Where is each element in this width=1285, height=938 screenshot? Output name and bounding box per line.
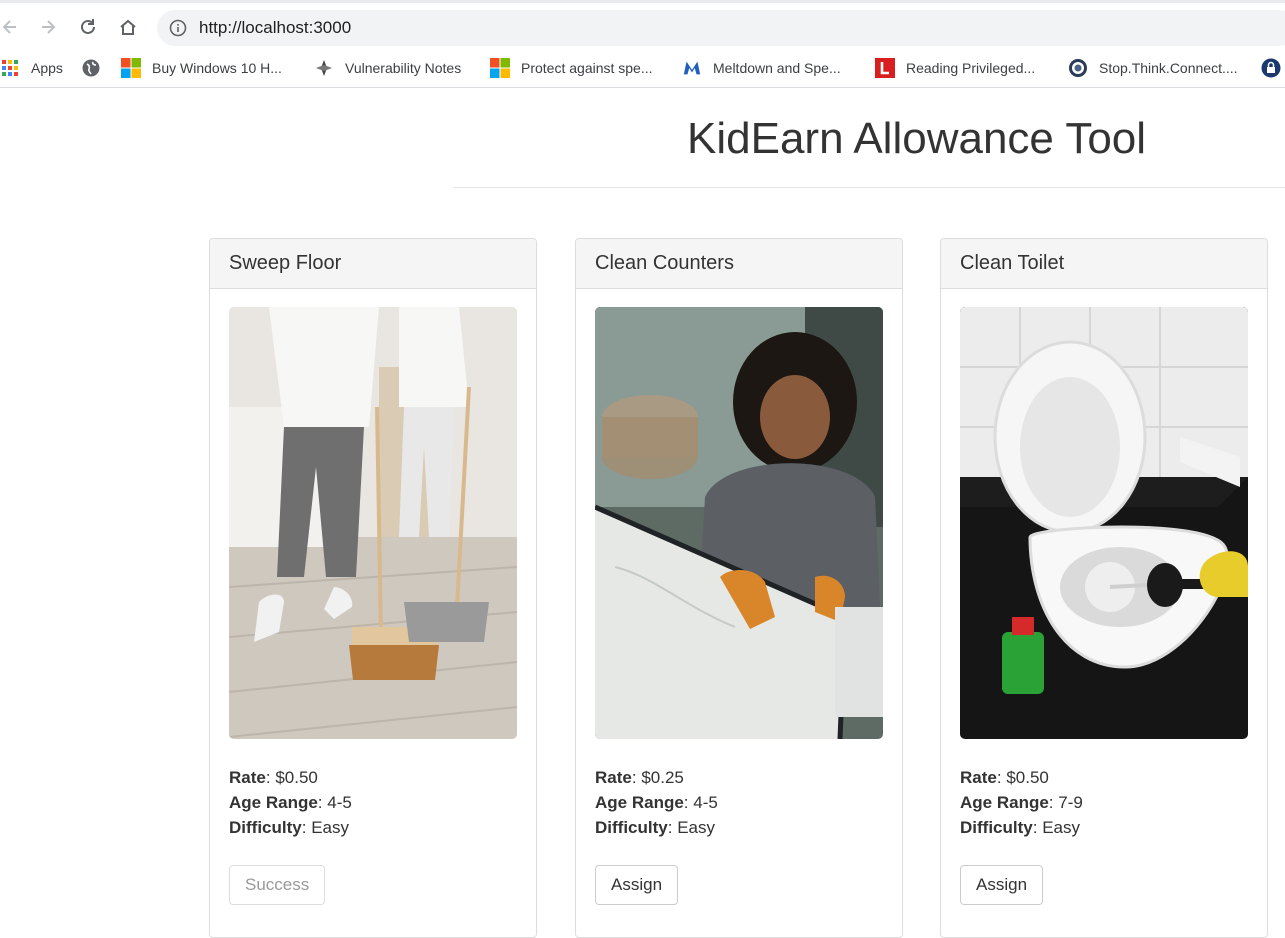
success-button[interactable]: Success	[229, 865, 326, 905]
age-label: Age Range	[960, 793, 1049, 812]
chore-details: Rate: $0.50 Age Range: 4-5 Difficulty: E…	[229, 765, 352, 840]
counter-cleaning-photo	[595, 307, 883, 739]
info-icon[interactable]	[169, 19, 187, 37]
difficulty-row: Difficulty: Easy	[960, 818, 1080, 837]
chore-title: Clean Counters	[576, 239, 902, 289]
rate-value: $0.50	[275, 768, 318, 787]
bookmark-buy-windows[interactable]: Buy Windows 10 H...	[121, 55, 282, 81]
page-title: KidEarn Allowance Tool	[687, 114, 1147, 163]
rate-label: Rate	[960, 768, 997, 787]
difficulty-row: Difficulty: Easy	[229, 818, 349, 837]
age-label: Age Range	[229, 793, 318, 812]
page-header: KidEarn Allowance Tool	[453, 100, 1285, 188]
rate-value: $0.50	[1006, 768, 1049, 787]
rate-row: Rate: $0.50	[960, 768, 1049, 787]
sweeping-photo	[229, 307, 517, 739]
rate-row: Rate: $0.50	[229, 768, 318, 787]
url-text[interactable]: http://localhost:3000	[199, 18, 351, 38]
windows-logo-icon	[490, 58, 510, 78]
chore-card-clean-counters: Clean Counters Rate: $0.25 Age Range: 4-…	[575, 238, 903, 938]
bookmark-apps[interactable]: Apps	[0, 55, 63, 81]
browser-toolbar: http://localhost:3000	[0, 0, 1285, 48]
rate-label: Rate	[595, 768, 632, 787]
chore-card-sweep-floor: Sweep Floor Rate: $0.50 Age Range: 4-5 D…	[209, 238, 537, 938]
bookmark-protect-against[interactable]: Protect against spe...	[490, 55, 653, 81]
bookmark-label: Vulnerability Notes	[345, 60, 462, 76]
malwarebytes-icon	[682, 58, 702, 78]
age-label: Age Range	[595, 793, 684, 812]
back-arrow-icon[interactable]	[0, 15, 22, 39]
difficulty-label: Difficulty	[960, 818, 1033, 837]
difficulty-row: Difficulty: Easy	[595, 818, 715, 837]
difficulty-value: Easy	[677, 818, 715, 837]
windows-logo-icon	[121, 58, 141, 78]
toilet-cleaning-photo	[960, 307, 1248, 739]
bookmark-globe[interactable]	[81, 55, 112, 81]
difficulty-value: Easy	[311, 818, 349, 837]
rate-label: Rate	[229, 768, 266, 787]
apps-grid-icon	[0, 58, 20, 78]
bookmark-label: Protect against spe...	[521, 60, 653, 76]
rate-row: Rate: $0.25	[595, 768, 684, 787]
chore-details: Rate: $0.50 Age Range: 7-9 Difficulty: E…	[960, 765, 1083, 840]
bookmark-label: Buy Windows 10 H...	[152, 60, 282, 76]
bookmark-vulnerability-notes[interactable]: Vulnerability Notes	[314, 55, 461, 81]
forward-arrow-icon[interactable]	[36, 15, 60, 39]
difficulty-label: Difficulty	[595, 818, 668, 837]
bookmark-label: Apps	[31, 60, 63, 76]
age-row: Age Range: 7-9	[960, 793, 1083, 812]
difficulty-value: Easy	[1042, 818, 1080, 837]
age-value: 4-5	[327, 793, 352, 812]
lock-icon	[1261, 58, 1281, 78]
age-row: Age Range: 4-5	[229, 793, 352, 812]
chore-details: Rate: $0.25 Age Range: 4-5 Difficulty: E…	[595, 765, 718, 840]
age-row: Age Range: 4-5	[595, 793, 718, 812]
bookmark-meltdown[interactable]: Meltdown and Spe...	[682, 55, 841, 81]
dhs-seal-icon	[1068, 58, 1088, 78]
assign-button[interactable]: Assign	[595, 865, 679, 905]
age-value: 4-5	[693, 793, 718, 812]
chore-title: Clean Toilet	[941, 239, 1267, 289]
bookmark-reading-privileged[interactable]: Reading Privileged...	[875, 55, 1035, 81]
address-bar[interactable]: http://localhost:3000	[157, 10, 1285, 46]
bookmark-label: Meltdown and Spe...	[713, 60, 841, 76]
rate-value: $0.25	[641, 768, 684, 787]
cert-icon	[314, 58, 334, 78]
bookmark-label: Reading Privileged...	[906, 60, 1036, 76]
difficulty-label: Difficulty	[229, 818, 302, 837]
bookmark-stop-think-connect[interactable]: Stop.Think.Connect....	[1068, 55, 1238, 81]
bookmark-lock[interactable]	[1261, 55, 1285, 81]
l-logo-icon	[875, 58, 895, 78]
chore-card-clean-toilet: Clean Toilet Rate: $0.50 Age Range: 7-9 …	[940, 238, 1268, 938]
assign-button[interactable]: Assign	[960, 865, 1044, 905]
home-icon[interactable]	[116, 15, 140, 39]
bookmarks-bar: Apps Buy Windows 10 H... Vulnerability N…	[0, 48, 1285, 88]
globe-icon	[81, 58, 101, 78]
bookmark-label: Stop.Think.Connect....	[1099, 60, 1238, 76]
chore-title: Sweep Floor	[210, 239, 536, 289]
age-value: 7-9	[1058, 793, 1083, 812]
reload-icon[interactable]	[76, 15, 100, 39]
